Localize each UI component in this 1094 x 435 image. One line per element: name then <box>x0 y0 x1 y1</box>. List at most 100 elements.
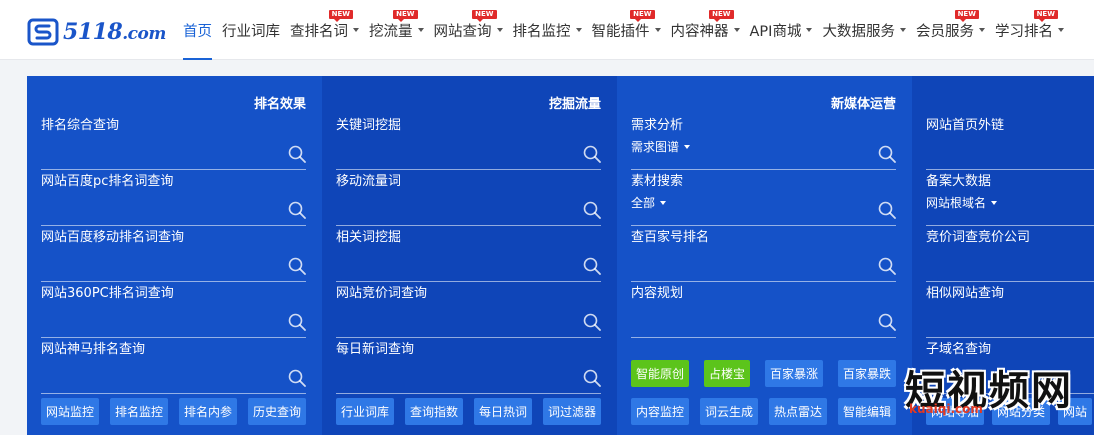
query-row[interactable]: 相似网站查询 <box>926 282 1094 338</box>
search-icon[interactable] <box>288 257 306 275</box>
quick-button[interactable]: 网站监控 <box>41 398 100 425</box>
query-row[interactable]: 排名综合查询 <box>41 114 306 170</box>
quick-button[interactable]: 百家暴跌 <box>837 360 896 387</box>
query-row[interactable]: 网站竞价词查询 <box>336 282 601 338</box>
nav-item-9[interactable]: 大数据服务 <box>822 0 906 60</box>
quick-button[interactable]: 热点雷达 <box>768 398 827 425</box>
query-row-label: 网站百度pc排名词查询 <box>41 174 174 189</box>
quick-button-group: 智能原创 占楼宝 百家暴涨 百家暴跌 <box>631 360 896 387</box>
query-row-label: 备案大数据 <box>926 174 992 189</box>
column-title: 新媒体运营 <box>830 97 896 112</box>
query-row[interactable]: 关键词挖掘 <box>336 114 601 170</box>
search-icon[interactable] <box>288 145 306 163</box>
quick-button-group: 行业词库 查询指数 每日热词 词过滤器 <box>336 398 601 425</box>
quick-button[interactable]: 历史查询 <box>247 398 306 425</box>
quick-button[interactable]: 排名内参 <box>178 398 237 425</box>
logo-suffix: .com <box>122 24 166 44</box>
search-icon[interactable] <box>583 145 601 163</box>
query-row-dropdown[interactable]: 网站根域名 <box>926 194 998 211</box>
nav-item-label: 排名监控 <box>512 23 571 40</box>
column-new-media: 新媒体运营需求分析需求图谱素材搜索 全部 查百家号排名 内容规划智能原创 占楼宝 百家暴涨… <box>617 76 912 435</box>
nav-item-label: 网站查询 <box>433 23 492 40</box>
nav-item-10[interactable]: 会员服务 NEW <box>916 0 985 60</box>
top-navigation-bar: 5118.com 首页 行业词库 查排名词 NEW 挖流量 NEW 网站查询 NEW 排名监控智… <box>0 0 1094 60</box>
search-icon[interactable] <box>288 369 306 387</box>
column-traffic: 挖掘流量 关键词挖掘 移动流量词 相关词挖掘 网站竞价词查询 每日新词查询 行业词库 查询指数… <box>322 76 617 435</box>
query-row-label: 竞价词查竞价公司 <box>926 230 1031 245</box>
caret-down-icon <box>806 28 813 32</box>
quick-button[interactable]: 词过滤器 <box>542 398 601 425</box>
search-icon[interactable] <box>583 313 601 331</box>
dropdown-value: 全部 <box>631 196 656 210</box>
query-row[interactable]: 需求分析 需求图谱 <box>631 114 896 170</box>
search-icon[interactable] <box>878 201 896 219</box>
nav-item-2[interactable]: 查排名词 NEW <box>290 0 359 60</box>
nav-item-11[interactable]: 学习排名 NEW <box>995 0 1064 60</box>
nav-item-label: 内容神器 <box>670 23 729 40</box>
nav-item-label: 会员服务 <box>915 23 974 40</box>
caret-down-icon <box>733 28 740 32</box>
search-icon[interactable] <box>878 313 896 331</box>
query-row-label: 需求分析 <box>631 118 684 133</box>
caret-down-icon <box>575 28 582 32</box>
quick-button[interactable]: 占楼宝 <box>703 360 750 387</box>
nav-item-6[interactable]: 智能插件 NEW <box>592 0 661 60</box>
query-row-label: 关键词挖掘 <box>336 118 402 133</box>
query-row[interactable]: 网站百度移动排名词查询 <box>41 226 306 282</box>
site-logo[interactable]: 5118.com <box>27 14 166 50</box>
quick-button[interactable]: 行业词库 <box>336 398 395 425</box>
new-badge: NEW <box>393 10 418 22</box>
query-row-label: 子域名查询 <box>926 342 992 357</box>
query-row[interactable]: 备案大数据网站根域名 <box>926 170 1094 226</box>
query-row[interactable]: 查百家号排名 <box>631 226 896 282</box>
nav-item-label: 查排名词 <box>290 23 348 40</box>
query-row[interactable]: 相关词挖掘 <box>336 226 601 282</box>
quick-button[interactable]: 查询指数 <box>404 398 463 425</box>
quick-button[interactable]: 每日热词 <box>473 398 532 425</box>
nav-item-label: 学习排名 <box>994 23 1053 40</box>
dropdown-value: 网站根域名 <box>926 196 987 210</box>
new-badge: NEW <box>954 10 979 22</box>
quick-button[interactable]: 智能编辑 <box>837 398 896 425</box>
new-badge: NEW <box>630 10 655 22</box>
query-row[interactable]: 竞价词查竞价公司 <box>926 226 1094 282</box>
quick-button[interactable]: 百家暴涨 <box>764 360 823 387</box>
nav-item-8[interactable]: API商城 <box>750 0 813 60</box>
nav-item-5[interactable]: 排名监控 <box>513 0 582 60</box>
quick-button[interactable]: 词云生成 <box>699 398 758 425</box>
caret-down-icon <box>978 28 985 32</box>
query-row[interactable]: 网站百度pc排名词查询 <box>41 170 306 226</box>
query-row-label: 每日新词查询 <box>336 342 415 357</box>
caret-down-icon <box>496 28 503 32</box>
search-icon[interactable] <box>878 145 896 163</box>
query-row-label: 移动流量词 <box>336 174 402 189</box>
quick-button[interactable]: 排名监控 <box>109 398 168 425</box>
search-icon[interactable] <box>288 201 306 219</box>
nav-item-1[interactable]: 行业词库 <box>222 0 280 60</box>
quick-button[interactable]: 内容监控 <box>631 398 690 425</box>
search-icon[interactable] <box>288 313 306 331</box>
query-row[interactable]: 移动流量词 <box>336 170 601 226</box>
query-row[interactable]: 素材搜索 全部 <box>631 170 896 226</box>
nav-item-7[interactable]: 内容神器 NEW <box>671 0 740 60</box>
query-row[interactable]: 网站神马排名查询 <box>41 338 306 394</box>
query-row[interactable]: 内容规划 <box>631 282 896 338</box>
caret-down-icon <box>660 200 667 205</box>
nav-item-3[interactable]: 挖流量 NEW <box>369 0 424 60</box>
caret-down-icon <box>417 28 424 32</box>
query-row-label: 排名综合查询 <box>41 118 120 133</box>
query-row-label: 网站神马排名查询 <box>41 342 146 357</box>
search-icon[interactable] <box>583 369 601 387</box>
query-row-dropdown[interactable]: 需求图谱 <box>631 138 691 155</box>
search-icon[interactable] <box>583 201 601 219</box>
query-row[interactable]: 网站首页外链 <box>926 114 1094 170</box>
query-row-dropdown[interactable]: 全部 <box>631 194 667 211</box>
nav-item-0[interactable]: 首页 <box>183 0 212 60</box>
quick-button[interactable]: 智能原创 <box>631 360 690 387</box>
query-row[interactable]: 每日新词查询 <box>336 338 601 394</box>
search-icon[interactable] <box>583 257 601 275</box>
search-icon[interactable] <box>878 257 896 275</box>
nav-item-label: API商城 <box>749 23 802 40</box>
query-row[interactable]: 网站360PC排名词查询 <box>41 282 306 338</box>
nav-item-4[interactable]: 网站查询 NEW <box>434 0 503 60</box>
